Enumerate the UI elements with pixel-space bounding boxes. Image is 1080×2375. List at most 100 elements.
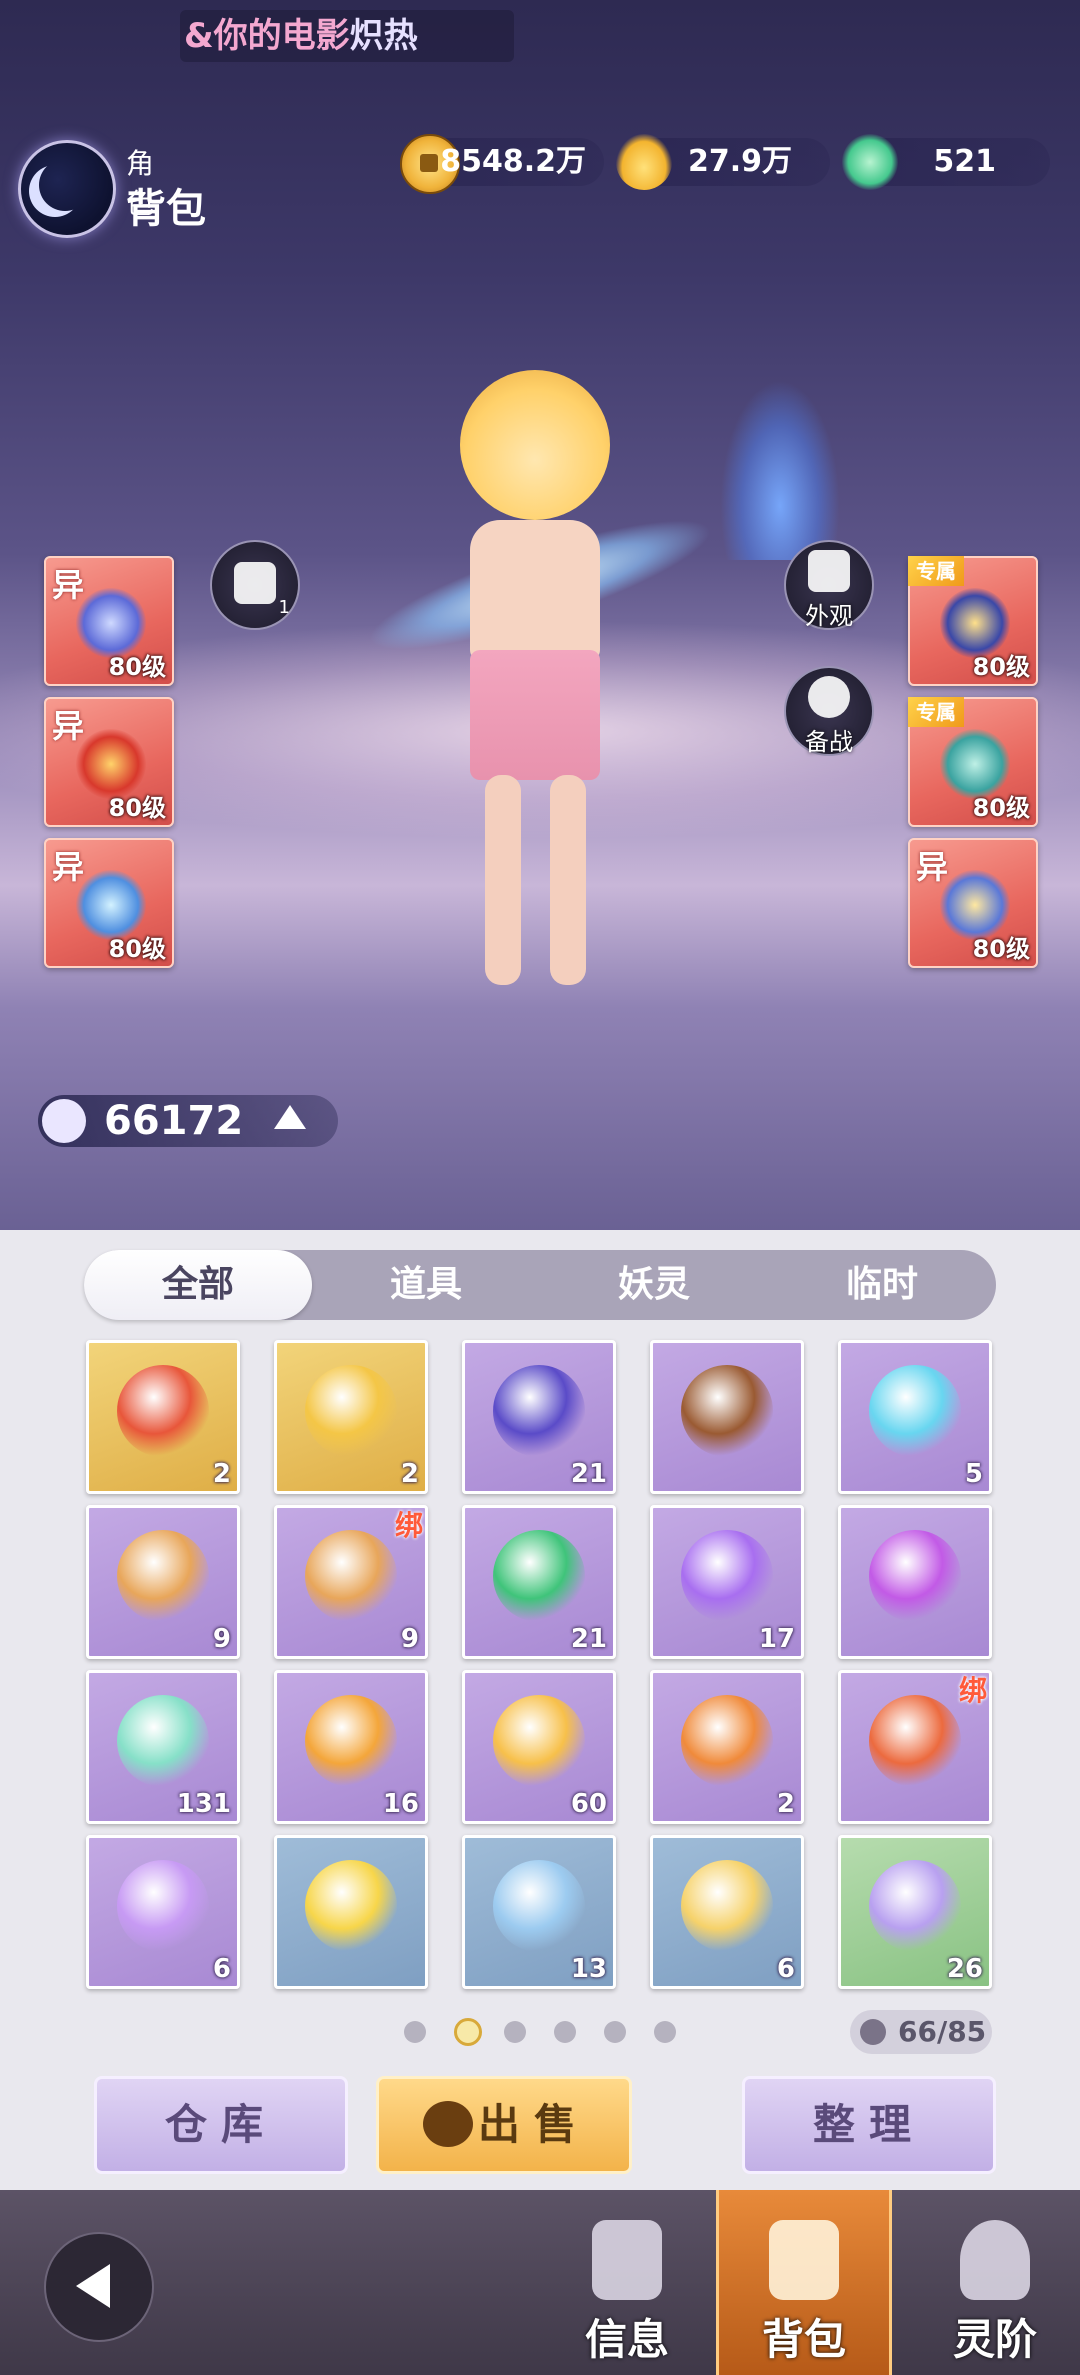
warehouse-label: 仓库 xyxy=(164,2100,277,2149)
inventory-item[interactable] xyxy=(838,1505,992,1659)
appearance-button[interactable]: 外观 xyxy=(784,540,874,630)
power-icon xyxy=(42,1099,86,1143)
back-button[interactable] xyxy=(44,2232,154,2342)
equip-slot-left-1[interactable]: 异 80级 xyxy=(44,556,174,686)
inventory-item[interactable]: 2 xyxy=(650,1670,804,1824)
item-count: 131 xyxy=(176,1789,231,1819)
inventory-item[interactable]: 13 xyxy=(462,1835,616,1989)
inventory-item[interactable]: 17 xyxy=(650,1505,804,1659)
item-count: 9 xyxy=(400,1624,419,1654)
page-dot[interactable] xyxy=(604,2021,626,2043)
inventory-item[interactable]: 2 xyxy=(274,1340,428,1494)
gold-ingot-icon xyxy=(616,134,672,190)
inventory-item[interactable]: 9绑 xyxy=(274,1505,428,1659)
standby-button[interactable]: 备战 xyxy=(784,666,874,756)
spirit-icon xyxy=(808,676,850,718)
page-dot[interactable] xyxy=(504,2021,526,2043)
equip-slot-left-3[interactable]: 异 80级 xyxy=(44,838,174,968)
equip-slot-right-2[interactable]: 专属 80级 xyxy=(908,697,1038,827)
sell-button[interactable]: 出售 xyxy=(376,2076,632,2174)
gold-currency[interactable]: 27.9万 xyxy=(616,134,830,190)
gold-ingot-item-icon xyxy=(681,1860,773,1952)
nav-info-label: 信息 xyxy=(584,2315,669,2364)
wine-jar-icon xyxy=(681,1365,773,1457)
equip-level: 80级 xyxy=(972,794,1030,822)
swirl-stone-icon xyxy=(681,1695,773,1787)
inventory-item[interactable]: 26 xyxy=(838,1835,992,1989)
character-body xyxy=(470,520,600,660)
inventory-item[interactable]: 2 xyxy=(86,1340,240,1494)
violet-crystal-icon xyxy=(117,1860,209,1952)
nav-spirit-rank-label: 灵阶 xyxy=(952,2315,1037,2364)
bag-icon xyxy=(769,2220,839,2300)
nav-spirit-rank[interactable]: 灵阶 xyxy=(910,2190,1080,2375)
inventory-item[interactable] xyxy=(650,1340,804,1494)
inventory-item[interactable]: 60 xyxy=(462,1670,616,1824)
tab-temporary[interactable]: 临时 xyxy=(768,1250,996,1320)
bound-badge: 绑 xyxy=(394,1509,423,1542)
item-count: 2 xyxy=(212,1459,231,1489)
inventory-item[interactable]: 6 xyxy=(650,1835,804,1989)
equip-slot-left-2[interactable]: 异 80级 xyxy=(44,697,174,827)
equip-slot-right-3[interactable]: 异 80级 xyxy=(908,838,1038,968)
copper-currency[interactable]: 8548.2万 xyxy=(400,134,604,194)
item-count: 21 xyxy=(570,1459,607,1489)
exclusive-badge: 专属 xyxy=(908,556,964,586)
power-rating[interactable]: 66172 xyxy=(38,1095,338,1147)
upgrade-arrow-icon[interactable] xyxy=(274,1105,306,1129)
sort-label: 整理 xyxy=(812,2100,925,2149)
inventory-item[interactable]: 5 xyxy=(838,1340,992,1494)
appearance-label: 外观 xyxy=(805,602,853,630)
flame-icon xyxy=(960,2220,1030,2300)
inventory-item[interactable] xyxy=(274,1835,428,1989)
pagoda-pet xyxy=(720,380,840,560)
page-dot[interactable] xyxy=(454,2018,482,2046)
nav-bag[interactable]: 背包 xyxy=(716,2190,892,2375)
lotus-icon xyxy=(869,1860,961,1952)
inventory-item[interactable]: 131 xyxy=(86,1670,240,1824)
jade-value: 521 xyxy=(933,144,996,179)
rope-icon xyxy=(117,1530,209,1622)
bag-capacity: 66/85 xyxy=(850,2010,992,2054)
scroll-icon xyxy=(493,1860,585,1952)
inventory-item[interactable]: 9 xyxy=(86,1505,240,1659)
equip-tag: 异 xyxy=(916,848,949,886)
gold-value: 27.9万 xyxy=(687,144,792,179)
armor-count: 1 xyxy=(278,597,290,618)
character-leg xyxy=(485,775,521,985)
item-count: 6 xyxy=(776,1954,795,1984)
inventory-item[interactable]: 21 xyxy=(462,1505,616,1659)
yellow-flower-icon xyxy=(305,1860,397,1952)
inventory-item[interactable]: 绑 xyxy=(838,1670,992,1824)
character-model[interactable] xyxy=(357,370,723,1010)
tab-spirits[interactable]: 妖灵 xyxy=(540,1250,768,1320)
item-count: 13 xyxy=(570,1954,607,1984)
bag-icon xyxy=(860,2019,886,2045)
item-count: 60 xyxy=(570,1789,607,1819)
page-dot[interactable] xyxy=(404,2021,426,2043)
jade-currency[interactable]: 521 xyxy=(842,134,1050,190)
item-count: 16 xyxy=(382,1789,419,1819)
equip-slot-right-1[interactable]: 专属 80级 xyxy=(908,556,1038,686)
page-dot[interactable] xyxy=(654,2021,676,2043)
inventory-item[interactable]: 6 xyxy=(86,1835,240,1989)
orange-pouch-icon xyxy=(869,1695,961,1787)
nav-info[interactable]: 信息 xyxy=(542,2190,712,2375)
crystal-ball-icon xyxy=(869,1530,961,1622)
character-shorts xyxy=(470,650,600,780)
tab-all[interactable]: 全部 xyxy=(84,1250,312,1320)
inventory-item[interactable]: 21 xyxy=(462,1340,616,1494)
armor-button[interactable]: 1 xyxy=(210,540,300,630)
tab-items[interactable]: 道具 xyxy=(312,1250,540,1320)
inventory-item[interactable]: 16 xyxy=(274,1670,428,1824)
green-orb-icon xyxy=(493,1530,585,1622)
warehouse-button[interactable]: 仓库 xyxy=(94,2076,348,2174)
rope-icon xyxy=(305,1530,397,1622)
sort-button[interactable]: 整理 xyxy=(742,2076,996,2174)
item-count: 26 xyxy=(946,1954,983,1984)
bound-badge: 绑 xyxy=(958,1674,987,1707)
item-count: 5 xyxy=(964,1459,983,1489)
nav-bag-label: 背包 xyxy=(761,2315,846,2364)
page-dot[interactable] xyxy=(554,2021,576,2043)
item-count: 2 xyxy=(776,1789,795,1819)
